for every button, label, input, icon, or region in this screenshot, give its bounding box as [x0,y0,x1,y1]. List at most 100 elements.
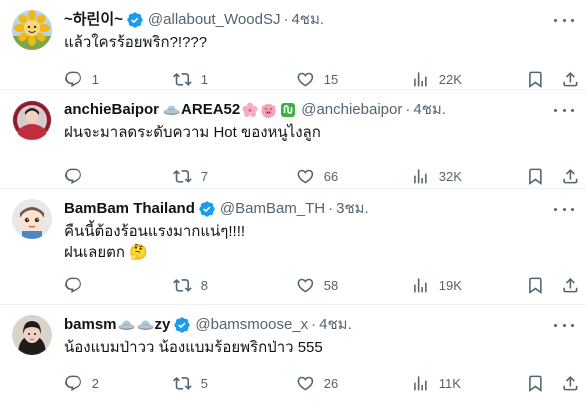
display-name-suffix[interactable]: zy [155,315,171,335]
avatar[interactable] [12,315,52,355]
user-handle[interactable]: @BamBam_TH [220,199,325,219]
retweet-count: 8 [200,277,208,293]
action-bar: 2 5 26 11K [64,364,578,402]
action-bar: 8 58 19K [64,266,578,304]
display-name[interactable]: ~하린이~ [64,10,123,30]
views-button[interactable]: 32K [411,167,462,186]
timestamp[interactable]: 3ชม. [336,199,369,219]
separator-dot: · [283,11,289,28]
verified-badge-icon [198,200,216,218]
display-name-suffix[interactable]: AREA52 [181,100,240,120]
views-chart-icon [414,169,427,184]
more-options-icon[interactable] [554,102,574,118]
tweet[interactable]: anchieBaipor AREA52 @anchiebaipor · 4ชม.… [0,90,586,189]
user-handle[interactable]: @anchiebaipor [301,100,402,120]
tweet-header: anchieBaipor AREA52 @anchiebaipor · 4ชม. [64,100,574,120]
reply-button[interactable] [64,276,92,295]
timestamp[interactable]: 4ชม. [319,315,352,335]
views-button[interactable]: 11K [411,374,461,393]
retweet-button[interactable]: 5 [173,374,208,393]
reply-icon [64,71,81,87]
display-name[interactable]: BamBam Thailand [64,199,195,219]
share-icon [563,169,578,184]
heart-icon [297,72,314,87]
views-button[interactable]: 19K [411,276,462,295]
share-icon [563,376,578,391]
more-options-icon[interactable] [554,12,574,28]
bookmark-icon [529,375,542,392]
timestamp[interactable]: 4ชม. [291,10,324,30]
share-icon [563,72,578,87]
verified-badge-icon [173,316,191,334]
like-count: 26 [323,375,339,391]
views-count: 11K [438,375,461,391]
avatar[interactable] [12,199,52,239]
views-chart-icon [414,278,427,293]
avatar[interactable] [12,100,52,140]
avatar[interactable] [12,10,52,50]
bookmark-icon [529,277,542,294]
tweet-text: แล้วใครร้อยพริก?!??? [64,32,574,53]
views-count: 32K [438,168,462,184]
heart-icon [297,278,314,293]
heart-icon [297,169,314,184]
share-button[interactable] [561,276,580,295]
tweet-text: น้องแบมป่าวว น้องแบมร้อยพริกป่าว 555 [64,337,574,358]
tweet-text: คืนนี้ต้องร้อนแรงมากแน่ๆ!!!! ฝนเลยตก 🤔 [64,221,574,263]
views-chart-icon [414,376,427,391]
reply-count: 1 [91,71,99,87]
more-options-icon[interactable] [554,201,574,217]
tweet[interactable]: bamsm zy @bamsmoose_x · 4ชม. น้องแบมป่าว… [0,305,586,404]
tweet[interactable]: BamBam Thailand @BamBam_TH · 3ชม. คืนนี้… [0,189,586,305]
retweet-button[interactable]: 8 [173,276,208,295]
like-button[interactable]: 58 [296,276,338,295]
share-icon [563,278,578,293]
verified-badge-icon [126,11,144,29]
sunflower-avatar-icon [12,10,52,50]
reply-button[interactable] [64,167,92,186]
reply-icon [64,375,81,391]
tweet-header: ~하린이~ @allabout_WoodSJ · 4ชม. [64,10,574,30]
cherry-blossom-emoji-icon [241,102,258,119]
tweet[interactable]: ~하린이~ @allabout_WoodSJ · 4ชม. แล้วใครร้อ… [0,0,586,90]
tweet-text-line: คืนนี้ต้องร้อนแรงมากแน่ๆ!!!! [64,223,246,240]
user-handle[interactable]: @allabout_WoodSJ [148,10,281,30]
tweet-header: bamsm zy @bamsmoose_x · 4ชม. [64,315,574,335]
like-button[interactable]: 26 [296,374,338,393]
timestamp[interactable]: 4ชม. [413,100,446,120]
separator-dot: · [311,316,317,333]
display-name[interactable]: bamsm [64,315,117,335]
retweet-count: 1 [200,71,208,87]
share-button[interactable] [561,70,580,89]
bookmark-button[interactable] [526,70,545,89]
retweet-button[interactable]: 1 [173,70,208,89]
user-handle[interactable]: @bamsmoose_x [195,315,308,335]
display-name[interactable]: anchieBaipor [64,100,159,120]
views-button[interactable]: 22K [411,70,462,89]
reply-button[interactable]: 2 [64,374,99,393]
share-button[interactable] [561,374,580,393]
more-options-icon[interactable] [554,317,574,333]
retweet-button[interactable]: 7 [173,167,208,186]
tweet-text-line: ฝนเลยตก 🤔 [64,244,148,261]
reply-icon [64,277,81,293]
ufo-emoji-icon [118,317,135,334]
separator-dot: · [405,101,411,118]
bookmark-button[interactable] [526,167,545,186]
like-button[interactable]: 66 [296,167,338,186]
tweet-header: BamBam Thailand @BamBam_TH · 3ชม. [64,199,574,219]
tweet-text-line: แล้วใครร้อยพริก?!??? [64,34,208,51]
reply-icon [64,168,81,184]
pig-face-emoji-icon [260,102,277,119]
bookmark-button[interactable] [526,276,545,295]
person-avatar-icon [12,315,52,355]
bookmark-button[interactable] [526,374,545,393]
views-count: 19K [438,277,462,293]
like-button[interactable]: 15 [296,70,338,89]
ufo-emoji-icon [137,317,154,334]
tweet-feed: ~하린이~ @allabout_WoodSJ · 4ชม. แล้วใครร้อ… [0,0,586,404]
reply-button[interactable]: 1 [64,70,99,89]
person-avatar-icon [12,100,52,140]
green-logo-emoji-icon [279,102,296,119]
share-button[interactable] [561,167,580,186]
